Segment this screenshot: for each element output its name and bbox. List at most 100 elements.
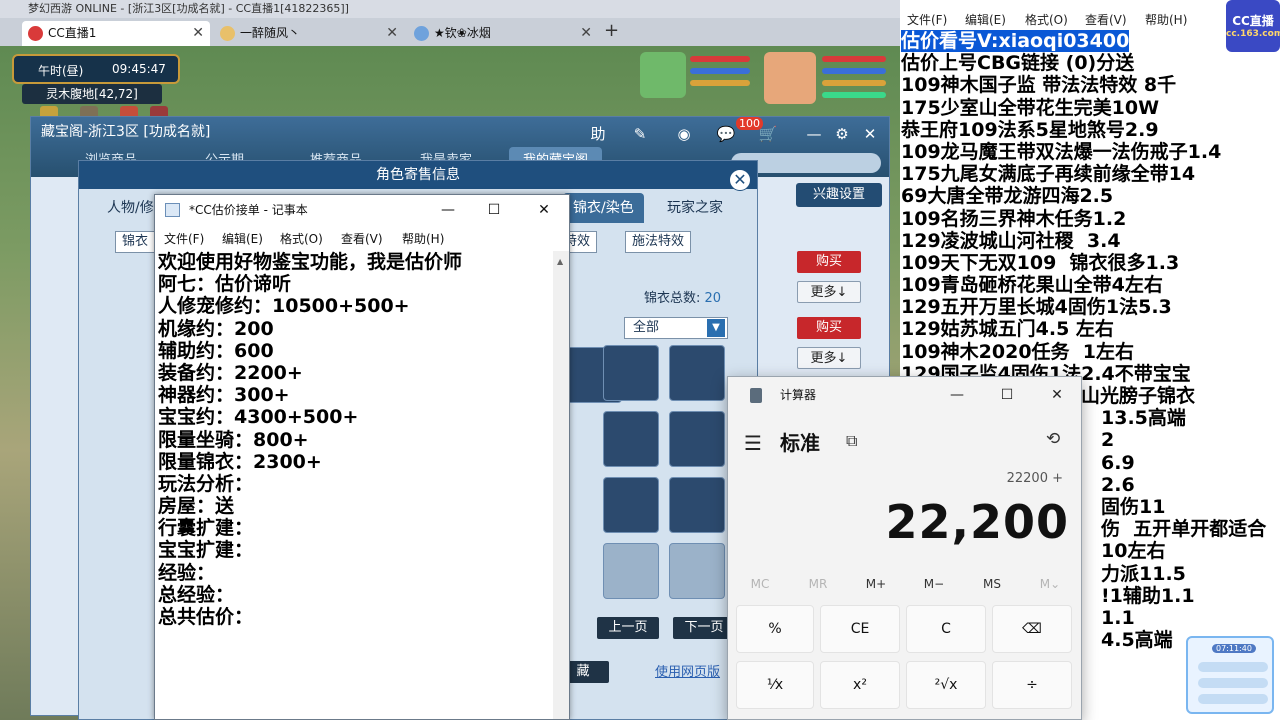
cc-live-icon <box>28 26 43 41</box>
price-line: 109青岛砸桥花果山全带4左右 <box>901 274 1163 297</box>
menu-help[interactable]: 帮助(H) <box>402 230 444 247</box>
close-icon[interactable]: ✕ <box>521 195 567 225</box>
next-page-button[interactable]: 下一页 <box>673 617 735 639</box>
menu-format[interactable]: 格式(O) <box>1025 11 1068 28</box>
maximize-icon[interactable]: ☐ <box>982 377 1032 413</box>
tab-skins[interactable]: 锦衣/染色 <box>563 193 644 223</box>
clear-entry-key[interactable]: CE <box>820 605 900 653</box>
prev-page-button[interactable]: 上一页 <box>597 617 659 639</box>
calculator-title-bar: 计算器 — ☐ ✕ <box>728 377 1081 413</box>
skin-total: 锦衣总数: 20 <box>644 291 722 306</box>
notepad-line: 欢迎使用好物鉴宝功能，我是估价师 <box>158 251 463 273</box>
memory-recall-button[interactable]: MR <box>798 577 838 591</box>
skin-slot[interactable] <box>669 477 725 533</box>
close-icon[interactable]: ✕ <box>859 123 881 145</box>
more-button[interactable]: 更多↓ <box>797 281 861 303</box>
menu-file[interactable]: 文件(F) <box>164 230 204 247</box>
maximize-icon[interactable]: ☐ <box>471 195 517 225</box>
tab-cc-live-1[interactable]: CC直播1 ✕ <box>22 21 210 46</box>
skin-filter-button[interactable]: 锦衣 <box>115 231 156 253</box>
backspace-key[interactable]: ⌫ <box>992 605 1072 653</box>
minimize-icon[interactable]: — <box>803 123 825 145</box>
square-key[interactable]: x² <box>820 661 900 709</box>
price-line: 估价上号CBG链接 (0)分送 <box>901 52 1135 75</box>
reciprocal-key[interactable]: ¹⁄x <box>736 661 814 709</box>
close-icon[interactable]: ✕ <box>729 169 751 191</box>
percent-key[interactable]: % <box>736 605 814 653</box>
stream-mini-widget[interactable]: 07:11:40 <box>1186 636 1274 714</box>
square-root-key[interactable]: ²√x <box>906 661 986 709</box>
interest-settings-button[interactable]: 兴趣设置 <box>796 183 882 207</box>
settings-icon[interactable]: ⚙ <box>831 123 853 145</box>
menu-edit[interactable]: 编辑(E) <box>965 11 1006 28</box>
memory-store-button[interactable]: MS <box>972 577 1012 591</box>
calculator-expression: 22200 + <box>1006 471 1063 486</box>
menu-view[interactable]: 查看(V) <box>341 230 383 247</box>
skin-slot-empty[interactable] <box>603 543 659 599</box>
keep-on-top-icon[interactable]: ⧉ <box>846 431 857 451</box>
notepad-line: 神器约：300+ <box>158 384 290 407</box>
skin-slot[interactable] <box>603 477 659 533</box>
price-line: 恭王府109法系5星地煞号2.9 <box>901 118 1159 141</box>
new-tab-button[interactable]: + <box>604 20 619 41</box>
skin-slot-empty[interactable] <box>669 543 725 599</box>
close-icon[interactable]: ✕ <box>386 21 398 46</box>
notepad-line: 限量坐骑：800+ <box>158 428 309 451</box>
edit-icon[interactable]: ✎ <box>629 123 651 145</box>
menu-file[interactable]: 文件(F) <box>907 11 947 28</box>
memory-clear-button[interactable]: MC <box>740 577 780 591</box>
skin-slot[interactable] <box>603 411 659 467</box>
divide-key[interactable]: ÷ <box>992 661 1072 709</box>
price-line: 109神木国子监 带法法特效 8千 <box>901 74 1177 97</box>
scroll-up-icon[interactable]: ▲ <box>557 257 563 266</box>
close-icon[interactable]: ✕ <box>1032 377 1082 413</box>
calculator-display: 22,200 <box>885 495 1069 549</box>
category-select[interactable]: 全部 ▼ <box>624 317 728 339</box>
memory-subtract-button[interactable]: M− <box>914 577 954 591</box>
menu-help[interactable]: 帮助(H) <box>1145 11 1187 28</box>
history-icon[interactable]: ⟲ <box>1046 429 1060 449</box>
close-icon[interactable]: ✕ <box>580 21 592 46</box>
clear-key[interactable]: C <box>906 605 986 653</box>
character-icon <box>220 26 235 41</box>
calculator-window: 计算器 — ☐ ✕ ☰ 标准 ⧉ ⟲ 22200 + 22,200 MC MR … <box>727 376 1082 720</box>
more-button[interactable]: 更多↓ <box>797 347 861 369</box>
message-icon[interactable]: 💬 <box>715 123 737 145</box>
notepad-text-area[interactable]: 欢迎使用好物鉴宝功能，我是估价师 阿七：估价谛听 人修宠修约：10500+500+ 机… <box>157 251 553 719</box>
notepad-line: 经验： <box>158 561 216 584</box>
pet-avatar[interactable] <box>640 52 686 98</box>
tab-yizui[interactable]: 一醉随风丶 ✕ <box>214 21 404 46</box>
memory-list-button[interactable]: M⌄ <box>1030 577 1070 591</box>
player-avatar[interactable] <box>764 52 816 104</box>
close-icon[interactable]: ✕ <box>192 21 204 46</box>
tab-label: ★钦❀冰烟 <box>434 26 491 40</box>
skin-slot[interactable] <box>669 411 725 467</box>
menu-view[interactable]: 查看(V) <box>1085 11 1127 28</box>
map-location: 灵木腹地[42,72] <box>22 84 162 104</box>
web-version-link[interactable]: 使用网页版 <box>655 661 720 680</box>
character-icon <box>414 26 429 41</box>
tab-house[interactable]: 玩家之家 <box>657 193 733 223</box>
calculator-title: 计算器 <box>780 388 817 402</box>
help-icon[interactable]: 助 <box>587 123 609 145</box>
buy-button[interactable]: 购买 <box>797 251 861 273</box>
skin-slot[interactable] <box>669 345 725 401</box>
notepad-icon <box>165 203 180 217</box>
player-sp-bar <box>822 80 886 86</box>
menu-format[interactable]: 格式(O) <box>280 230 323 247</box>
memory-add-button[interactable]: M+ <box>856 577 896 591</box>
minimize-icon[interactable]: — <box>425 195 471 225</box>
minimize-icon[interactable]: — <box>932 377 982 413</box>
vertical-scrollbar[interactable]: ▲ <box>553 251 569 719</box>
buy-button[interactable]: 购买 <box>797 317 861 339</box>
widget-time: 07:11:40 <box>1212 644 1256 653</box>
spell-effect-button[interactable]: 施法特效 <box>625 231 692 253</box>
skin-slot[interactable] <box>603 345 659 401</box>
notepad-line: 阿七：估价谛听 <box>158 273 292 296</box>
tab-bingyan[interactable]: ★钦❀冰烟 ✕ <box>408 21 598 46</box>
record-icon[interactable]: ◉ <box>673 123 695 145</box>
pet-exp-bar <box>690 80 750 86</box>
hamburger-menu-icon[interactable]: ☰ <box>744 431 762 455</box>
menu-edit[interactable]: 编辑(E) <box>222 230 263 247</box>
notepad-line: 宝宝扩建： <box>158 539 254 562</box>
